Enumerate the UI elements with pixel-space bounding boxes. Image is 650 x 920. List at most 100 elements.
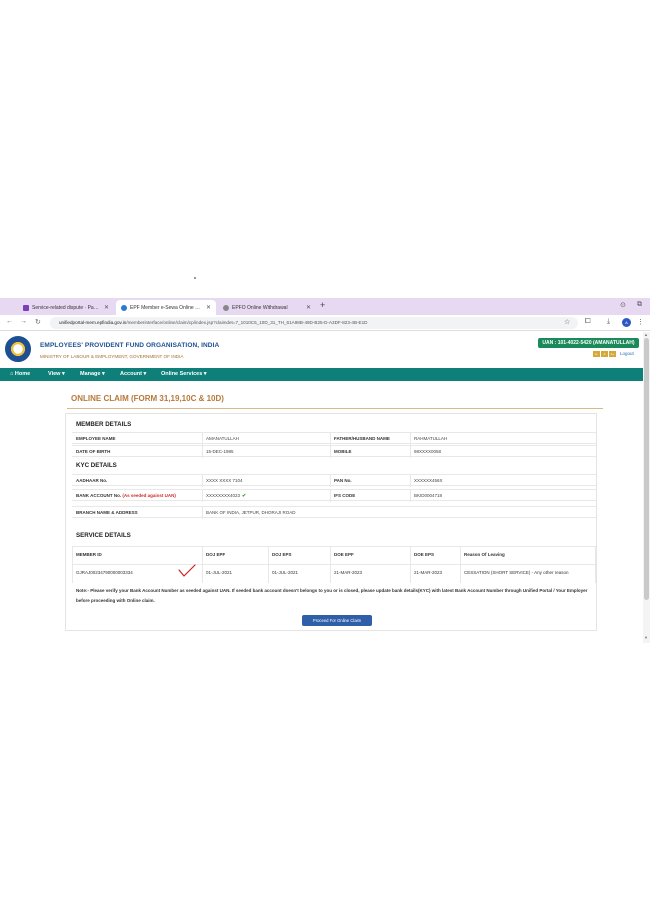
member-id-value: GJRAJ00234790000003334: [76, 570, 133, 575]
proceed-online-claim-button[interactable]: Proceed For Online Claim: [302, 615, 372, 626]
new-tab-icon[interactable]: +: [320, 300, 325, 310]
back-icon[interactable]: ←: [6, 318, 13, 325]
ifsc-value: BKID0004718: [414, 493, 443, 498]
bank-verification-note: Note:- Please verify your Bank Account N…: [76, 588, 588, 603]
tab-label: EPF Member e-Sewa Online Services: [130, 304, 202, 311]
doj-eps-value: 01-JUL-2021: [272, 570, 299, 575]
divider: [202, 547, 203, 583]
scroll-thumb[interactable]: [644, 338, 649, 600]
verified-check-icon: ✔: [242, 493, 247, 499]
uan-badge: UAN : 101-4022-5420 (AMANATULLAH): [538, 338, 639, 348]
speck: [194, 277, 196, 279]
font-size-controls: A- A A+: [593, 351, 616, 357]
nav-home[interactable]: ⌂ Home: [10, 368, 30, 381]
close-icon[interactable]: ✕: [306, 304, 311, 311]
nav-manage[interactable]: Manage ▾: [80, 368, 105, 381]
divider: [202, 507, 203, 519]
divider: [460, 547, 461, 583]
doe-epf-value: 21-MAR-2023: [334, 570, 363, 575]
site-icon: [121, 304, 127, 311]
scrollbar[interactable]: ▲ ▼: [643, 332, 650, 643]
kyc-row-1: AADHAAR No. XXXX XXXX 7104 PAN No. XXXXX…: [72, 474, 596, 487]
aadhaar-value: XXXX XXXX 7104: [206, 478, 243, 483]
employee-name-value: AMANATULLAH: [206, 436, 239, 441]
divider: [410, 547, 411, 583]
bookmark-star-icon[interactable]: ☆: [564, 318, 570, 326]
pan-label: PAN No.: [334, 478, 352, 483]
divider: [410, 490, 411, 502]
browser-tab-1[interactable]: Service-related dispute · Pay Calc ✕: [18, 300, 114, 315]
service-details-heading: SERVICE DETAILS: [76, 532, 131, 539]
browser-tab-3[interactable]: EPFO Online Withdrawal ✕: [218, 300, 316, 315]
divider: [330, 490, 331, 502]
bank-account-label: BANK ACCOUNT No. (As seeded against UAN): [76, 493, 176, 498]
mobile-label: MOBILE: [334, 449, 352, 454]
nav-home-label: Home: [14, 371, 31, 377]
browser-window: Service-related dispute · Pay Calc ✕ EPF…: [0, 298, 650, 643]
reason-value: CESSATION (SHORT SERVICE) - Any other re…: [464, 570, 569, 575]
close-icon[interactable]: ✕: [104, 304, 109, 311]
member-row-1: EMPLOYEE NAME AMANATULLAH FATHER/HUSBAND…: [72, 432, 596, 445]
url-path: /memberinterface/online/claim/cp/index.j…: [126, 320, 368, 325]
dob-value: 15-DEC-1985: [206, 449, 234, 454]
divider: [202, 446, 203, 458]
nav-account[interactable]: Account ▾: [120, 368, 146, 381]
father-name-label: FATHER/HUSBAND NAME: [334, 436, 390, 441]
font-normal-button[interactable]: A: [601, 351, 608, 357]
browser-tab-2[interactable]: EPF Member e-Sewa Online Services ✕: [116, 300, 216, 315]
globe-icon: [223, 304, 229, 311]
claim-panel: ONLINE CLAIM (FORM 31,19,10C & 10D) MEMB…: [63, 387, 603, 643]
divider: [595, 547, 596, 583]
org-subtitle: MINISTRY OF LABOUR & EMPLOYMENT, GOVERNM…: [40, 354, 184, 359]
father-name-value: RAHMATULLAH: [414, 436, 448, 441]
profile-avatar[interactable]: A: [622, 318, 631, 327]
window-close-icon[interactable]: ⧉: [637, 301, 642, 309]
extensions-icon[interactable]: ⧠: [585, 318, 591, 326]
scroll-up-icon[interactable]: ▲: [644, 332, 648, 337]
kyc-details-heading: KYC DETAILS: [76, 462, 117, 469]
font-decrease-button[interactable]: A-: [593, 351, 600, 357]
font-increase-button[interactable]: A+: [609, 351, 616, 357]
address-bar[interactable]: unifiedportal-mem.epfindia.gov.in/member…: [50, 317, 578, 329]
web-page: EMPLOYEES' PROVIDENT FUND ORGANISATION, …: [0, 332, 643, 643]
divider: [410, 475, 411, 487]
divider: [268, 547, 269, 583]
tab-label: EPFO Online Withdrawal: [232, 304, 288, 311]
doj-epf-value: 01-JUL-2021: [206, 570, 233, 575]
branch-value: BANK OF INDIA, JETPUR, DHORAJI ROAD: [206, 510, 296, 515]
tab-strip: Service-related dispute · Pay Calc ✕ EPF…: [0, 298, 650, 315]
divider: [202, 490, 203, 502]
dob-label: DATE OF BIRTH: [76, 449, 111, 454]
kyc-row-3: BRANCH NAME & ADDRESS BANK OF INDIA, JET…: [72, 506, 596, 519]
org-name: EMPLOYEES' PROVIDENT FUND ORGANISATION, …: [40, 342, 220, 349]
ifsc-label: IFS CODE: [334, 493, 356, 498]
close-icon[interactable]: ✕: [206, 304, 211, 311]
member-row-2: DATE OF BIRTH 15-DEC-1985 MOBILE 98XXXX0…: [72, 445, 596, 458]
bank-seeded-note: (As seeded against UAN): [122, 493, 176, 498]
col-doj-epf: DOJ EPF: [206, 552, 226, 557]
pan-value: XXXXXX456X: [414, 478, 443, 483]
bank-account-label-text: BANK ACCOUNT No.: [76, 493, 122, 498]
main-nav: ⌂ Home View ▾ Manage ▾ Account ▾ Online …: [0, 368, 643, 381]
col-member-id: MEMBER ID: [76, 552, 102, 557]
doe-eps-value: 21-MAR-2023: [414, 570, 443, 575]
scroll-down-icon[interactable]: ▼: [644, 635, 648, 640]
branch-label: BRANCH NAME & ADDRESS: [76, 510, 138, 515]
reload-icon[interactable]: ↻: [35, 318, 41, 326]
aadhaar-label: AADHAAR No.: [76, 478, 108, 483]
menu-icon[interactable]: ⋮: [637, 318, 644, 326]
divider: [410, 433, 411, 445]
mail-icon: [23, 304, 29, 311]
col-reason: Reason Of Leaving: [464, 552, 505, 557]
page-title: ONLINE CLAIM (FORM 31,19,10C & 10D): [71, 394, 224, 403]
browser-toolbar: ← → ↻ unifiedportal-mem.epfindia.gov.in/…: [0, 315, 650, 331]
download-icon[interactable]: ⤓: [607, 318, 610, 326]
divider: [72, 547, 73, 583]
forward-icon[interactable]: →: [20, 318, 27, 325]
handwritten-check-mark: [178, 564, 196, 577]
logout-link[interactable]: Logout: [620, 351, 634, 356]
nav-view[interactable]: View ▾: [48, 368, 65, 381]
minimize-icon[interactable]: ⊙: [620, 301, 626, 309]
nav-online-services[interactable]: Online Services ▾: [161, 368, 207, 381]
bank-account-value: XXXXXXXX4023 ✔: [206, 493, 246, 499]
